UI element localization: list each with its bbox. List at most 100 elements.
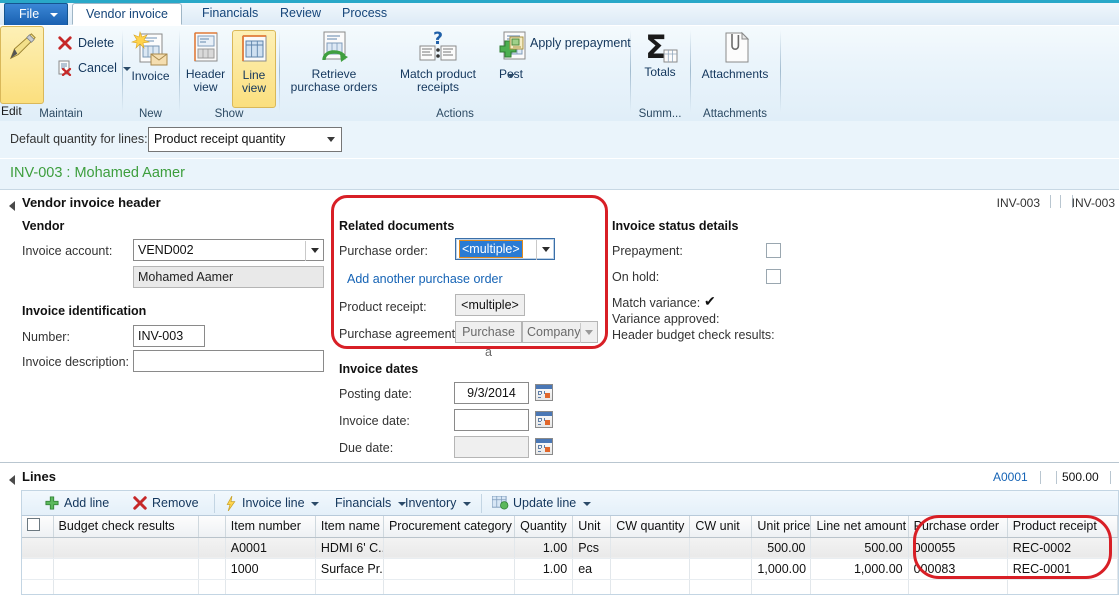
col-line-net-amount[interactable]: Line net amount <box>810 516 909 538</box>
record-title: INV-003 : Mohamed Aamer <box>10 165 185 181</box>
vendor-invoice-header-fasttab: Vendor invoice header INV-003 INV-003 Ve… <box>0 190 1119 462</box>
chevron-down-icon <box>50 13 58 17</box>
retrieve-purchase-orders-button[interactable]: Retrieve purchase orders <box>280 30 388 94</box>
lines-indicator-item: A0001 <box>993 470 1028 484</box>
on-hold-checkbox[interactable] <box>766 269 781 284</box>
purchase-agreement-label: Purchase agreement: <box>339 327 459 341</box>
posting-date-input[interactable]: 9/3/2014 <box>454 382 529 404</box>
match-label-2: receipts <box>416 80 460 94</box>
purchase-order-label: Purchase order: <box>339 244 428 258</box>
invoice-date-calendar-icon[interactable] <box>535 411 553 428</box>
purchase-agreement-company-input[interactable]: Company <box>522 321 598 343</box>
inventory-menu[interactable]: Inventory <box>405 491 471 516</box>
match-product-receipts-button[interactable]: ? Match product receipts <box>386 30 490 94</box>
col-item-name[interactable]: Item name <box>315 516 384 538</box>
cell-item-number: 1000 <box>225 558 316 580</box>
collapse-arrow-icon[interactable] <box>9 201 15 211</box>
col-purchase-order[interactable]: Purchase order <box>908 516 1008 538</box>
product-receipt-input[interactable]: <multiple> <box>455 294 525 316</box>
ribbon-group-label-actions: Actions <box>436 108 474 120</box>
cell-line-net-amount: 1,000.00 <box>810 558 909 580</box>
ribbon-group-new: Invoice New <box>123 26 178 122</box>
tab-process[interactable]: Process <box>330 3 399 25</box>
tab-process-label: Process <box>342 6 388 20</box>
vendor-invoice-header-caption: Vendor invoice header <box>22 195 161 210</box>
col-unit[interactable]: Unit <box>572 516 612 538</box>
due-date-calendar-icon[interactable] <box>535 438 553 455</box>
row-select-cell[interactable] <box>22 558 54 580</box>
default-quantity-bar: Default quantity for lines: Product rece… <box>0 121 1119 159</box>
select-all-header[interactable] <box>22 516 54 538</box>
purchase-agreement-input[interactable]: Purchase a <box>455 321 522 359</box>
edit-button[interactable]: Edit <box>0 26 44 118</box>
line-view-label-2: view <box>241 81 266 95</box>
col-quantity[interactable]: Quantity <box>514 516 574 538</box>
col-budget-check-results[interactable]: Budget check results <box>53 516 199 538</box>
product-receipt-value: <multiple> <box>461 298 519 312</box>
tab-file[interactable]: File <box>4 3 68 25</box>
delete-x-icon <box>58 36 72 50</box>
header-indicator-2: INV-003 <box>1071 196 1115 210</box>
row-select-cell[interactable] <box>22 537 54 559</box>
line-view-button[interactable]: Line view <box>232 30 276 108</box>
combo-divider <box>580 323 581 343</box>
invoice-button[interactable]: Invoice <box>123 30 178 83</box>
tab-review[interactable]: Review <box>268 3 333 25</box>
ribbon-tab-strip: File Vendor invoice Financials Review Pr… <box>0 3 1119 25</box>
toolbar-separator <box>214 494 215 513</box>
tab-vendor-invoice[interactable]: Vendor invoice <box>72 3 183 25</box>
col-cw-unit[interactable]: CW unit <box>689 516 753 538</box>
cell-procurement-category <box>383 558 516 580</box>
table-row[interactable]: A0001 HDMI 6' C... 1.00 Pcs 500.00 500.0… <box>22 537 1118 559</box>
due-date-input[interactable] <box>454 436 529 458</box>
apply-prepayment-button[interactable]: Apply prepayment <box>508 32 631 54</box>
prepayment-checkbox[interactable] <box>766 243 781 258</box>
add-line-button[interactable]: Add line <box>44 491 109 516</box>
invoice-lines-grid[interactable]: Budget check results Item number Item na… <box>21 515 1119 595</box>
delete-button[interactable]: Delete <box>56 32 114 54</box>
add-another-purchase-order-link[interactable]: Add another purchase order <box>347 272 503 286</box>
cell-item-name: Surface Pr... <box>315 558 384 580</box>
tab-file-label: File <box>19 7 40 21</box>
invoice-date-input[interactable] <box>454 409 529 431</box>
invoice-status-details-heading: Invoice status details <box>612 219 739 233</box>
due-date-label: Due date: <box>339 441 394 455</box>
posting-date-calendar-icon[interactable] <box>535 384 553 401</box>
col-item-number[interactable]: Item number <box>225 516 316 538</box>
update-line-menu[interactable]: Update line <box>491 491 591 516</box>
invoice-description-input[interactable] <box>133 350 324 372</box>
lines-collapse-arrow-icon[interactable] <box>9 475 15 485</box>
col-product-receipt[interactable]: Product receipt <box>1007 516 1118 538</box>
header-view-button[interactable]: Header view <box>183 30 228 94</box>
table-row[interactable]: 1000 Surface Pr... 1.00 ea 1,000.00 1,00… <box>22 558 1118 580</box>
invoice-lines-table: Budget check results Item number Item na… <box>22 516 1118 594</box>
financials-menu[interactable]: Financials <box>335 491 406 516</box>
pencil-icon <box>9 33 36 60</box>
invoice-account-input[interactable]: VEND002 <box>133 239 324 261</box>
purchase-agreement-company-value: Company <box>527 325 581 339</box>
cancel-button[interactable]: Cancel <box>56 57 132 79</box>
remove-x-icon <box>133 496 147 510</box>
tab-financials-label: Financials <box>202 6 259 20</box>
invoice-date-label: Invoice date: <box>339 414 410 428</box>
tab-financials[interactable]: Financials <box>190 3 270 25</box>
default-quantity-select[interactable]: Product receipt quantity <box>148 127 342 152</box>
select-all-checkbox[interactable] <box>27 518 40 532</box>
chevron-down-icon <box>311 501 320 506</box>
invoice-line-menu[interactable]: Invoice line <box>224 491 320 516</box>
ribbon-group-label-new: New <box>138 108 162 120</box>
remove-line-button[interactable]: Remove <box>132 491 199 516</box>
ribbon-group-show: Header view Line view Show <box>180 26 278 122</box>
invoice-line-label: Invoice line <box>242 496 305 510</box>
purchase-order-input[interactable]: <multiple> <box>455 238 555 260</box>
col-cw-quantity[interactable]: CW quantity <box>610 516 691 538</box>
invoice-identification-heading: Invoice identification <box>22 304 147 318</box>
totals-button[interactable]: Σ Totals <box>631 30 689 79</box>
col-unit-price[interactable]: Unit price <box>751 516 812 538</box>
attachments-button[interactable]: Attachments <box>691 30 779 81</box>
header-view-label-2: view <box>193 80 218 94</box>
invoice-number-input[interactable]: INV-003 <box>133 325 205 347</box>
col-procurement-category[interactable]: Procurement category <box>383 516 516 538</box>
col-blank[interactable] <box>198 516 226 538</box>
invoice-account-label: Invoice account: <box>22 244 113 258</box>
